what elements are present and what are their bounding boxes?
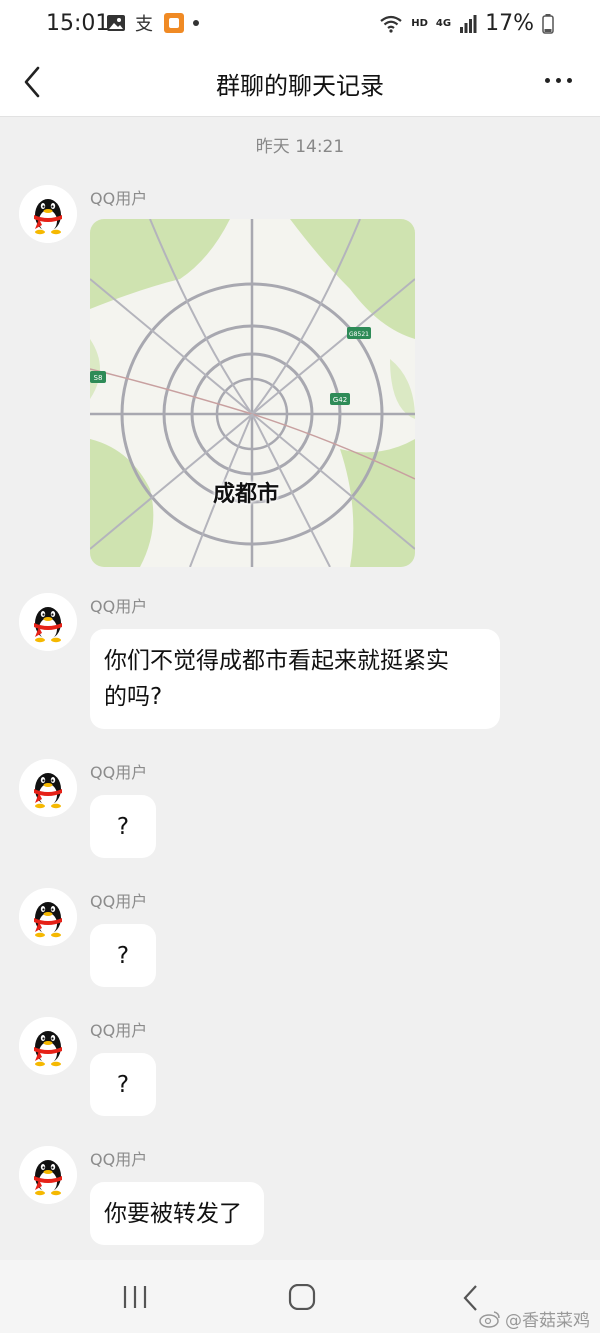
message-bubble[interactable]: ? <box>90 795 156 858</box>
signal-icon <box>460 14 477 33</box>
message-text-line: 你要被转发了 <box>104 1201 242 1227</box>
avatar[interactable] <box>19 593 77 651</box>
avatar[interactable] <box>19 1146 77 1204</box>
message-text-line: ? <box>116 943 130 969</box>
watermark-text: @香菇菜鸡 <box>505 1311 590 1331</box>
avatar[interactable] <box>19 759 77 817</box>
message-text-line: 你们不觉得成都市看起来就挺紧实 <box>104 648 449 674</box>
sender-name: QQ用户 <box>90 1150 148 1169</box>
page-title: 群聊的聊天记录 <box>216 72 384 100</box>
svg-text:支: 支 <box>135 14 153 33</box>
dot-icon <box>193 20 199 26</box>
message-bubble[interactable]: 你们不觉得成都市看起来就挺紧实 的吗? <box>90 629 500 729</box>
sender-name: QQ用户 <box>90 597 148 616</box>
weibo-icon <box>479 1310 500 1328</box>
sender-name: QQ用户 <box>90 1021 148 1040</box>
battery-icon <box>542 13 554 34</box>
avatar[interactable] <box>19 185 77 243</box>
sender-name: QQ用户 <box>90 763 148 782</box>
home-icon[interactable] <box>288 1284 316 1310</box>
status-notification-icons: 支 <box>106 13 200 33</box>
message-bubble[interactable]: 你要被转发了 <box>90 1182 264 1245</box>
recent-apps-icon[interactable] <box>121 1284 149 1310</box>
message-text-line: ? <box>116 814 130 840</box>
battery-percent: 17% <box>485 11 534 36</box>
network-type: 4G <box>435 18 452 29</box>
more-dots-icon[interactable] <box>545 78 572 83</box>
sender-name: QQ用户 <box>90 189 148 208</box>
chat-header: 群聊的聊天记录 <box>0 50 600 117</box>
status-bar: 15:01 支 HD 4G 17% <box>0 0 600 50</box>
road-shield-g42: G42 <box>333 396 347 404</box>
message-text-line: ? <box>116 1072 130 1098</box>
watermark: @香菇菜鸡 <box>479 1306 590 1331</box>
map-graphic: S8 G8521 G42 <box>90 219 415 567</box>
hd-indicator: HD <box>411 18 428 29</box>
gallery-icon <box>107 15 125 31</box>
map-city-label: 成都市 <box>213 482 280 507</box>
road-shield-s8: S8 <box>94 374 103 382</box>
message-text-line: 的吗? <box>104 684 163 710</box>
alipay-icon: 支 <box>135 14 153 33</box>
app-notification-icon <box>164 13 184 33</box>
sender-name: QQ用户 <box>90 892 148 911</box>
map-image-message[interactable]: S8 G8521 G42 成都市 <box>90 219 415 567</box>
message-timestamp: 昨天 14:21 <box>255 137 345 157</box>
avatar[interactable] <box>19 888 77 946</box>
message-bubble[interactable]: ? <box>90 924 156 987</box>
status-right: HD 4G 17% <box>379 11 554 36</box>
wifi-icon <box>380 15 402 33</box>
status-time: 15:01 <box>46 11 110 36</box>
avatar[interactable] <box>19 1017 77 1075</box>
road-shield-g8521: G8521 <box>349 331 369 338</box>
message-bubble[interactable]: ? <box>90 1053 156 1116</box>
